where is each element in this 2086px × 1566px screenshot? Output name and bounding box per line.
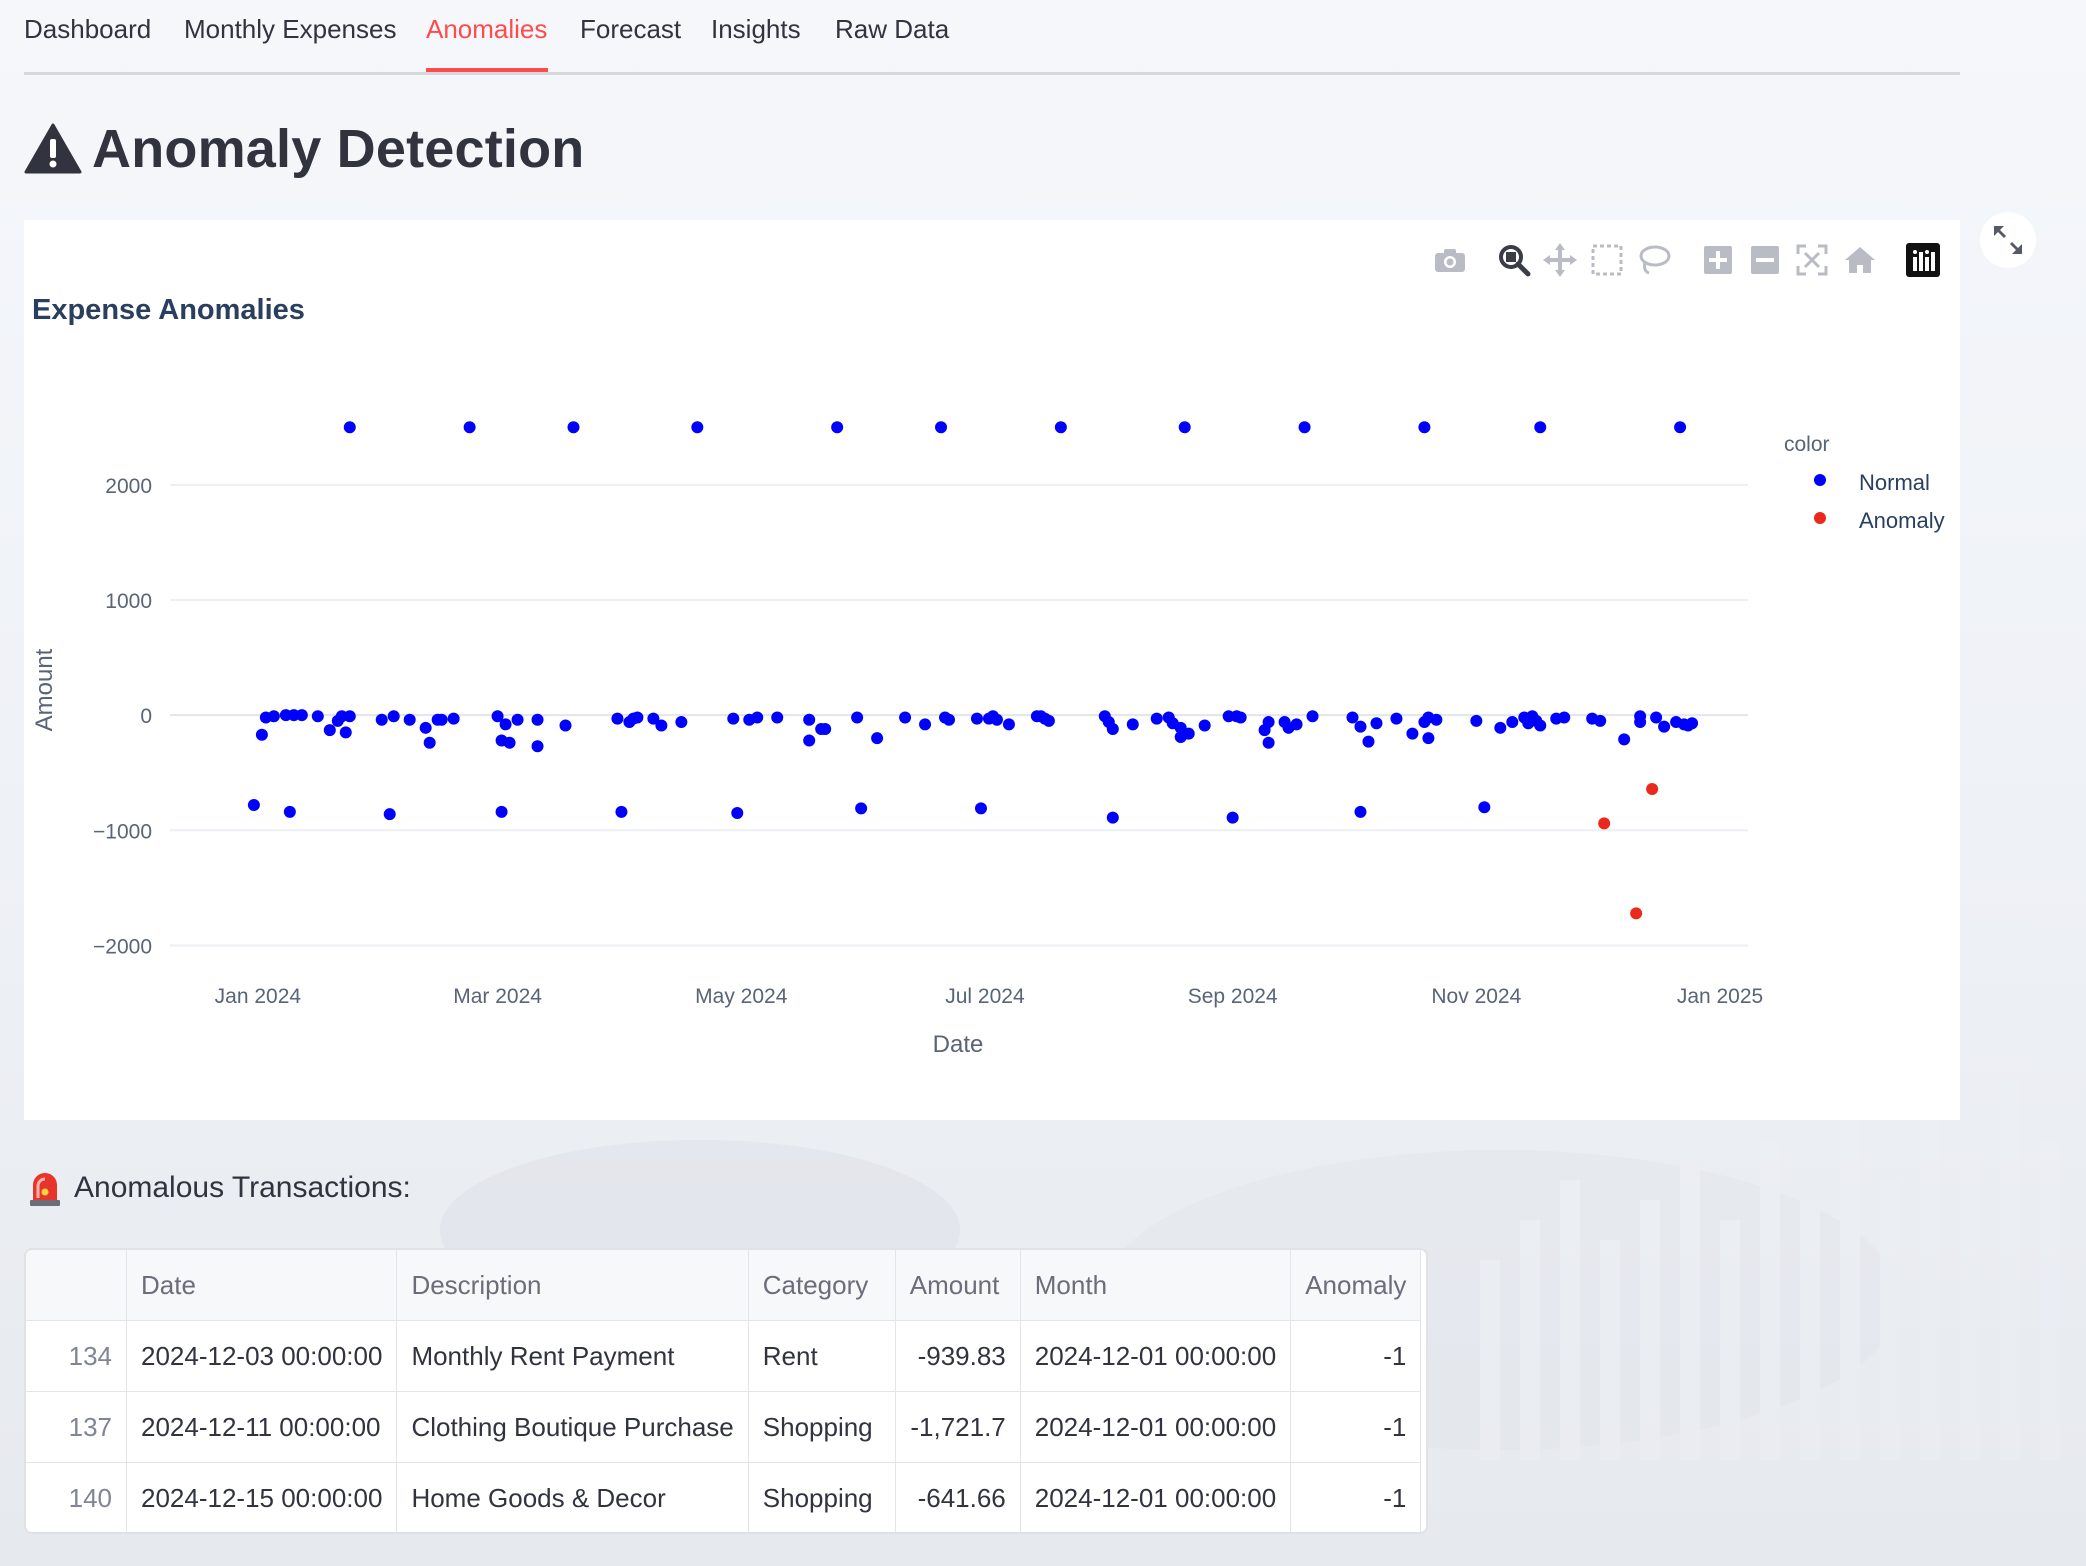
chart-card <box>24 220 1960 1120</box>
camera-icon[interactable] <box>1430 240 1470 280</box>
column-header-category[interactable]: Category <box>748 1250 896 1321</box>
warning-icon <box>24 123 82 174</box>
table-row[interactable]: 134 2024-12-03 00:00:00 Monthly Rent Pay… <box>26 1320 1422 1392</box>
cell-month[interactable]: 2024-12-01 00:00:00 <box>1020 1320 1292 1392</box>
cell-anomaly[interactable]: -1 <box>1290 1320 1422 1392</box>
cell-date[interactable]: 2024-12-11 00:00:00 <box>126 1391 398 1463</box>
zoom-out-icon[interactable] <box>1745 240 1785 280</box>
cell-amount[interactable]: -641.66 <box>895 1462 1021 1532</box>
cell-date[interactable]: 2024-12-15 00:00:00 <box>126 1462 398 1532</box>
column-header-amount[interactable]: Amount <box>895 1250 1021 1321</box>
cell-description[interactable]: Clothing Boutique Purchase <box>396 1391 749 1463</box>
tab-insights[interactable]: Insights <box>711 14 801 45</box>
siren-icon <box>30 1173 60 1206</box>
zoom-icon[interactable] <box>1494 240 1534 280</box>
column-header-index[interactable] <box>26 1250 127 1321</box>
row-index: 134 <box>26 1320 127 1392</box>
row-index: 137 <box>26 1391 127 1463</box>
cell-category[interactable]: Shopping <box>748 1391 896 1463</box>
lasso-icon[interactable] <box>1634 240 1674 280</box>
cell-amount[interactable]: -939.83 <box>895 1320 1021 1392</box>
tab-monthly-expenses[interactable]: Monthly Expenses <box>184 14 396 45</box>
tab-forecast[interactable]: Forecast <box>580 14 681 45</box>
autoscale-icon[interactable] <box>1792 240 1832 280</box>
active-tab-indicator <box>426 68 548 72</box>
cell-description[interactable]: Home Goods & Decor <box>396 1462 749 1532</box>
plotly-logo-icon[interactable] <box>1903 240 1943 280</box>
zoom-in-icon[interactable] <box>1698 240 1738 280</box>
anomalies-table[interactable]: Date Description Category Amount Month A… <box>24 1248 1428 1534</box>
cell-month[interactable]: 2024-12-01 00:00:00 <box>1020 1391 1292 1463</box>
pan-icon[interactable] <box>1540 240 1580 280</box>
column-header-month[interactable]: Month <box>1020 1250 1292 1321</box>
tab-dashboard[interactable]: Dashboard <box>24 14 151 45</box>
cell-anomaly[interactable]: -1 <box>1290 1391 1422 1463</box>
cell-category[interactable]: Shopping <box>748 1462 896 1532</box>
tab-bar: Dashboard Monthly Expenses Anomalies For… <box>24 0 1960 75</box>
page-title: Anomaly Detection <box>92 119 585 179</box>
cell-month[interactable]: 2024-12-01 00:00:00 <box>1020 1462 1292 1532</box>
anomalous-transactions-title: Anomalous Transactions: <box>74 1171 411 1204</box>
column-header-anomaly[interactable]: Anomaly <box>1290 1250 1422 1321</box>
cell-anomaly[interactable]: -1 <box>1290 1462 1422 1532</box>
expand-icon <box>1994 226 2022 254</box>
column-header-description[interactable]: Description <box>396 1250 749 1321</box>
reset-axes-icon[interactable] <box>1840 240 1880 280</box>
page-heading: Anomaly Detection <box>24 118 585 180</box>
cell-amount[interactable]: -1,721.7 <box>895 1391 1021 1463</box>
table-row[interactable]: 137 2024-12-11 00:00:00 Clothing Boutiqu… <box>26 1391 1422 1463</box>
fullscreen-button[interactable] <box>1980 212 2036 268</box>
table-header-row: Date Description Category Amount Month A… <box>26 1250 1422 1321</box>
tab-anomalies[interactable]: Anomalies <box>426 14 547 45</box>
cell-date[interactable]: 2024-12-03 00:00:00 <box>126 1320 398 1392</box>
box-select-icon[interactable] <box>1587 240 1627 280</box>
tab-raw-data[interactable]: Raw Data <box>835 14 949 45</box>
table-row[interactable]: 140 2024-12-15 00:00:00 Home Goods & Dec… <box>26 1462 1422 1532</box>
anomalous-transactions-header: Anomalous Transactions: <box>28 1168 411 1208</box>
row-index: 140 <box>26 1462 127 1532</box>
cell-description[interactable]: Monthly Rent Payment <box>396 1320 749 1392</box>
cell-category[interactable]: Rent <box>748 1320 896 1392</box>
column-header-date[interactable]: Date <box>126 1250 398 1321</box>
